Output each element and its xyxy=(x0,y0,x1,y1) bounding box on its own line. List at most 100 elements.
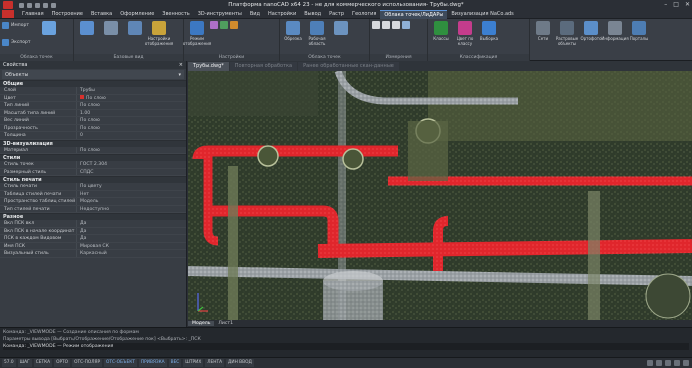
menu-tab[interactable]: Звенность xyxy=(158,10,193,19)
property-row[interactable]: Вкл ПСК вкл Да xyxy=(0,220,186,228)
tab-model[interactable]: Модель xyxy=(188,321,215,326)
status-toggle[interactable]: ШТРИХ xyxy=(183,359,204,367)
property-value[interactable]: СПДС xyxy=(76,168,186,175)
measure-height-icon[interactable] xyxy=(402,21,410,29)
menu-tab[interactable]: Настройки xyxy=(264,10,300,19)
status-toggle[interactable]: ЛЕНТА xyxy=(205,359,225,367)
property-section-header[interactable]: Разное xyxy=(0,213,186,220)
annotation-scale-icon[interactable] xyxy=(647,360,653,366)
doc-tab-active[interactable]: Трубы.dwg* xyxy=(188,62,229,71)
display-settings-button[interactable]: Настройки отображения xyxy=(145,21,173,46)
property-row[interactable]: Размерный стиль СПДС xyxy=(0,168,186,176)
property-value[interactable]: ГОСТ 2.304 xyxy=(76,161,186,168)
status-toggle[interactable]: ШАГ xyxy=(17,359,32,367)
property-row[interactable]: Таблица стилей печати Нет xyxy=(0,190,186,198)
command-input[interactable]: Команда: _VIEWMODE — Режим отображения xyxy=(3,343,689,350)
property-value[interactable]: 0 xyxy=(76,132,186,139)
menu-tab[interactable]: Оформление xyxy=(116,10,158,19)
property-row[interactable]: Вкл ПСК в начале координат Да xyxy=(0,227,186,235)
export-button[interactable]: Экспорт xyxy=(2,38,36,47)
status-toggle[interactable]: ВЕС xyxy=(168,359,182,367)
fullscreen-icon[interactable] xyxy=(683,360,689,366)
status-toggle[interactable]: ПРИВЯЗКА xyxy=(138,359,167,367)
intensity-icon[interactable] xyxy=(220,21,228,29)
property-value[interactable]: Да xyxy=(76,220,186,227)
menu-tab[interactable]: Построение xyxy=(48,10,87,19)
portals-button[interactable]: Порталы xyxy=(628,21,650,46)
status-toggle[interactable]: ОТС-ПОЛЯР xyxy=(72,359,103,367)
property-value[interactable]: Модель xyxy=(76,198,186,205)
property-value[interactable]: По слою xyxy=(76,94,186,101)
selection-dropdown[interactable]: Объекты ▾ xyxy=(2,70,184,79)
close-panel-icon[interactable]: × xyxy=(179,62,183,68)
nets-button[interactable]: Сети xyxy=(532,21,554,46)
menu-tab[interactable]: Главная xyxy=(18,10,48,19)
status-toggle[interactable]: 57.0 xyxy=(2,359,16,367)
property-value[interactable]: Да xyxy=(76,227,186,234)
property-row[interactable]: Слой Трубы xyxy=(0,87,186,95)
cloud-manager-button[interactable] xyxy=(76,21,98,46)
lock-icon[interactable] xyxy=(665,360,671,366)
layers-button[interactable] xyxy=(100,21,122,46)
property-value[interactable]: Трубы xyxy=(76,87,186,94)
property-row[interactable]: Имя ПСК Мировая СК xyxy=(0,242,186,250)
property-section-header[interactable]: Стили xyxy=(0,154,186,161)
status-toggle[interactable]: ОТС-ОБЪЕКТ xyxy=(104,359,137,367)
property-row[interactable]: ПСК в каждом Видовом Да xyxy=(0,235,186,243)
property-section-header[interactable]: 3D-визуализация xyxy=(0,139,186,147)
import-button[interactable]: Импорт xyxy=(2,21,36,30)
minimize-button[interactable]: – xyxy=(664,1,667,8)
property-row[interactable]: Масштаб типа линий 1.00 xyxy=(0,109,186,117)
property-value[interactable]: Недоступно xyxy=(76,205,186,212)
drawing-viewport[interactable] xyxy=(188,71,692,320)
selection-button[interactable]: Выборка xyxy=(478,21,500,46)
property-row[interactable]: Прозрачность По слою xyxy=(0,124,186,132)
application-menu-button[interactable] xyxy=(2,10,14,18)
gradient-icon[interactable] xyxy=(230,21,238,29)
menu-tab[interactable]: Облака точек/ЛиДАРы xyxy=(380,9,448,19)
measure-angle-icon[interactable] xyxy=(382,21,390,29)
work-area-button[interactable]: Рабочая область xyxy=(306,21,328,46)
property-value[interactable]: Нет xyxy=(76,190,186,197)
menu-tab[interactable]: Вставка xyxy=(87,10,116,19)
raster-objects-button[interactable]: Растровые объекты xyxy=(556,21,578,46)
menu-tab[interactable]: Растр xyxy=(325,10,348,19)
property-value[interactable]: Мировая СК xyxy=(76,242,186,249)
property-row[interactable]: Визуальный стиль Каркасный xyxy=(0,250,186,258)
maximize-button[interactable]: □ xyxy=(673,1,679,8)
property-value[interactable]: Каркасный xyxy=(76,250,186,257)
property-value[interactable]: По слою xyxy=(76,102,186,109)
property-value[interactable]: По цвету xyxy=(76,183,186,190)
property-value[interactable]: 1.00 xyxy=(76,109,186,116)
point-cloud-button[interactable] xyxy=(38,21,60,36)
workspace-icon[interactable] xyxy=(656,360,662,366)
status-toggle[interactable]: ДИН ВВОД xyxy=(226,359,254,367)
menu-tab[interactable]: Геология xyxy=(348,10,380,19)
close-button[interactable]: ✕ xyxy=(685,1,690,8)
color-mode-icon[interactable] xyxy=(210,21,218,29)
property-row[interactable]: Тип стилей печати Недоступно xyxy=(0,205,186,213)
status-toggle[interactable]: СЕТКА xyxy=(33,359,53,367)
status-toggle[interactable]: ОРТО xyxy=(54,359,71,367)
property-row[interactable]: Стиль точек ГОСТ 2.304 xyxy=(0,161,186,169)
isolate-icon[interactable] xyxy=(674,360,680,366)
property-row[interactable]: Тип линий По слою xyxy=(0,102,186,110)
measure-distance-icon[interactable] xyxy=(372,21,380,29)
property-row[interactable]: Пространство таблиц стилей п... Модель xyxy=(0,198,186,206)
color-by-class-button[interactable]: Цвет по классу xyxy=(454,21,476,46)
orthophoto-button[interactable]: Ортофото xyxy=(580,21,602,46)
menu-tab[interactable]: Визуализация NaCo.ads xyxy=(447,10,517,19)
property-row[interactable]: Стиль печати По цвету xyxy=(0,183,186,191)
menu-tab[interactable]: 3D-инструменты xyxy=(194,10,246,19)
classes-button[interactable]: Классы xyxy=(430,21,452,46)
property-section-header[interactable]: Стиль печати xyxy=(0,176,186,183)
property-value[interactable]: По слою xyxy=(76,146,186,153)
tab-sheet1[interactable]: Лист1 xyxy=(214,321,237,326)
property-value[interactable]: По слою xyxy=(76,124,186,131)
property-row[interactable]: Толщина 0 xyxy=(0,132,186,140)
property-section-header[interactable]: Общие xyxy=(0,80,186,87)
menu-tab[interactable]: Вид xyxy=(246,10,264,19)
box-button[interactable] xyxy=(124,21,146,46)
menu-tab[interactable]: Вывод xyxy=(300,10,325,19)
information-button[interactable]: Информация xyxy=(601,21,629,46)
